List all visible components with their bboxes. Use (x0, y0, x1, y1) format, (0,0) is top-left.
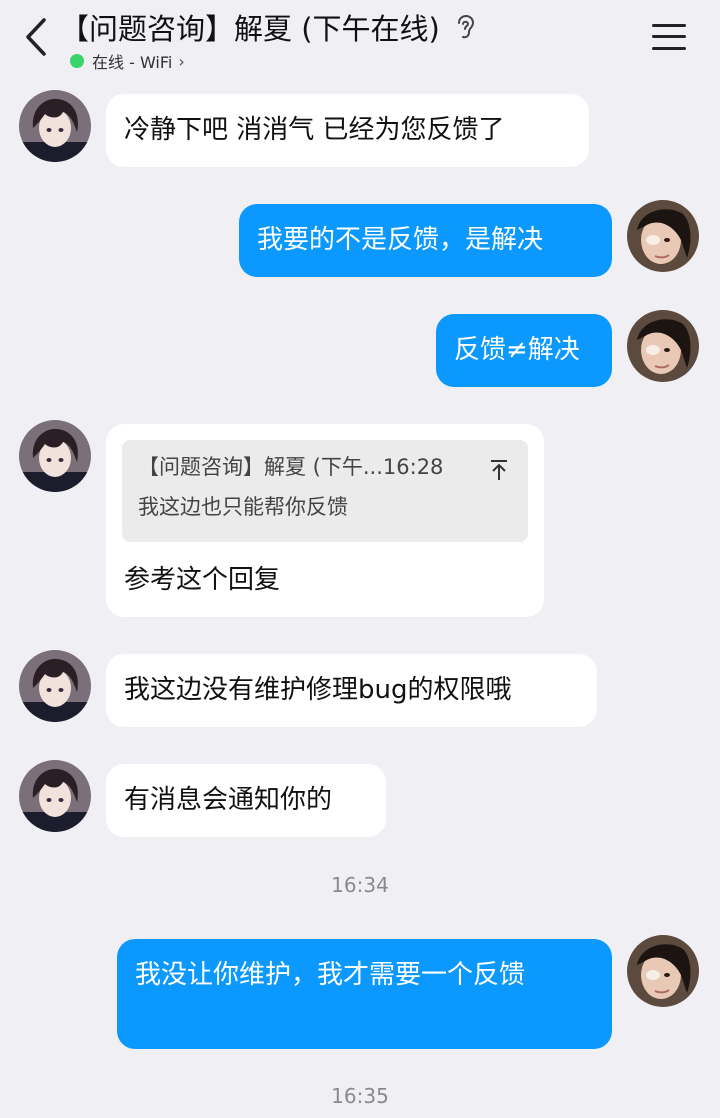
menu-button[interactable] (652, 22, 688, 52)
agent-avatar[interactable] (19, 90, 91, 162)
message-bubble-incoming[interactable]: 冷静下吧 消消气 已经为您反馈了 (106, 94, 589, 167)
message-bubble-outgoing[interactable]: 我没让你维护，我才需要一个反馈 (117, 939, 612, 1049)
quoted-message-text: 我这边也只能帮你反馈 (138, 495, 348, 519)
ear-icon[interactable] (454, 14, 476, 40)
message-bubble-incoming[interactable]: 我这边没有维护修理bug的权限哦 (106, 654, 597, 727)
message-text: 有消息会通知你的 (124, 785, 333, 815)
message-timestamp: 16:35 (331, 1084, 389, 1108)
message-bubble-outgoing[interactable]: 我要的不是反馈，是解决 (239, 204, 612, 277)
message-bubble-incoming[interactable]: 有消息会通知你的 (106, 764, 386, 837)
message-bubble-outgoing[interactable]: 反馈≠解决 (436, 314, 612, 387)
my-avatar[interactable] (627, 200, 699, 272)
message-timestamp: 16:34 (331, 873, 389, 897)
chat-title-row[interactable]: 【问题咨询】解夏 (下午在线) (60, 8, 476, 46)
message-text: 我没让你维护，我才需要一个反馈 (135, 960, 526, 990)
message-text: 参考这个回复 (124, 565, 281, 595)
agent-avatar[interactable] (19, 760, 91, 832)
jump-to-top-icon[interactable] (488, 458, 510, 482)
my-avatar[interactable] (627, 935, 699, 1007)
chevron-right-icon: › (178, 51, 185, 71)
connection-status[interactable]: 在线 - WiFi › (70, 49, 185, 73)
chat-header: 【问题咨询】解夏 (下午在线) 在线 - WiFi › (0, 0, 720, 82)
chat-title: 【问题咨询】解夏 (下午在线) (60, 12, 440, 46)
online-status-dot (70, 54, 84, 68)
chevron-left-icon (26, 18, 46, 56)
quoted-message-header: 【问题咨询】解夏 (下午...16:28 (138, 455, 444, 479)
message-text: 我要的不是反馈，是解决 (257, 225, 544, 255)
agent-avatar[interactable] (19, 420, 91, 492)
hamburger-menu-icon (652, 24, 686, 27)
message-text: 我这边没有维护修理bug的权限哦 (124, 675, 512, 705)
message-bubble-incoming-with-quote[interactable]: 【问题咨询】解夏 (下午...16:28 我这边也只能帮你反馈 参考这个回复 (106, 424, 544, 617)
quoted-message[interactable]: 【问题咨询】解夏 (下午...16:28 我这边也只能帮你反馈 (122, 440, 528, 542)
agent-avatar[interactable] (19, 650, 91, 722)
back-button[interactable] (22, 16, 52, 58)
connection-status-text: 在线 - WiFi (92, 53, 173, 72)
my-avatar[interactable] (627, 310, 699, 382)
message-text: 冷静下吧 消消气 已经为您反馈了 (124, 115, 505, 145)
message-text: 反馈≠解决 (454, 335, 580, 365)
